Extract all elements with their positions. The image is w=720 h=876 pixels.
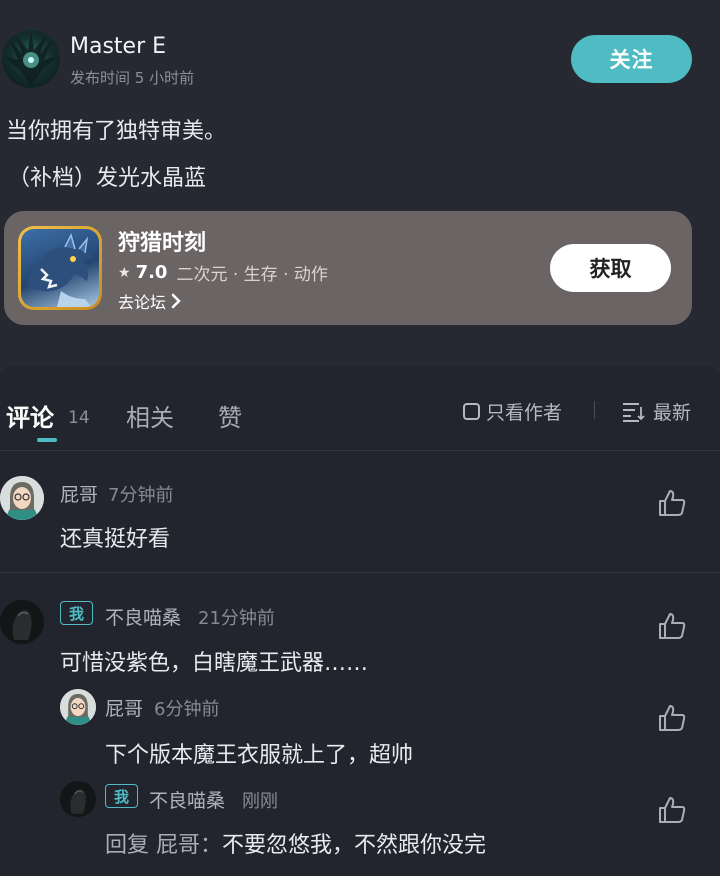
reply-text: 回复 屁哥：不要忽悠我，不然跟你没完: [105, 827, 486, 859]
reply-text: 下个版本魔王衣服就上了，超帅: [105, 743, 414, 768]
author-avatar[interactable]: [2, 30, 60, 88]
game-icon[interactable]: [18, 226, 102, 310]
active-tab-indicator: [37, 438, 57, 442]
reply-to-label[interactable]: 回复 屁哥：: [105, 833, 222, 858]
comment-time: 21分钟前: [198, 608, 275, 629]
comment-text: 可惜没紫色，白瞎魔王武器……: [60, 651, 369, 676]
thumbs-up-icon[interactable]: [657, 488, 687, 518]
comment-author[interactable]: 不良喵桑: [105, 603, 181, 630]
comments-count: 14: [68, 408, 90, 428]
author-name[interactable]: Master E: [70, 34, 166, 59]
reply-author[interactable]: 不良喵桑: [149, 786, 225, 813]
game-card[interactable]: 狩猎时刻 ★ 7.0 二次元 · 生存 · 动作 去论坛 获取: [4, 211, 692, 325]
game-icon-art: [21, 229, 99, 307]
avatar[interactable]: [60, 689, 96, 725]
divider: [0, 572, 720, 573]
publish-time: 发布时间 5 小时前: [70, 69, 195, 87]
reply-time: 6分钟前: [154, 699, 220, 720]
post-content-line: （补档）发光水晶蓝: [8, 166, 207, 191]
reply-body: 不要忽悠我，不然跟你没完: [222, 833, 487, 858]
divider: [0, 450, 720, 451]
sort-label: 最新: [653, 402, 692, 424]
comment-author[interactable]: 屁哥: [60, 480, 98, 507]
forum-link[interactable]: 去论坛: [118, 289, 182, 313]
divider: [594, 401, 595, 419]
sort-button[interactable]: 最新: [621, 398, 691, 425]
avatar[interactable]: [0, 600, 44, 644]
comment-time: 7分钟前: [108, 485, 174, 506]
reply-author[interactable]: 屁哥: [105, 694, 143, 721]
follow-button[interactable]: 关注: [571, 35, 692, 83]
forum-link-label: 去论坛: [118, 293, 167, 312]
comment-text: 还真挺好看: [60, 527, 171, 552]
chevron-right-icon: [171, 293, 181, 309]
thumbs-up-icon[interactable]: [657, 611, 687, 641]
me-badge: 我: [60, 601, 94, 625]
star-icon: ★: [118, 264, 131, 281]
game-tags: 二次元 · 生存 · 动作: [176, 265, 328, 285]
post-content-line: 当你拥有了独特审美。: [6, 119, 227, 144]
sort-icon: [623, 402, 645, 422]
get-game-button[interactable]: 获取: [550, 244, 671, 292]
reply-time: 刚刚: [242, 791, 278, 812]
tab-related[interactable]: 相关: [126, 398, 174, 433]
thumbs-up-icon[interactable]: [657, 703, 687, 733]
game-rating: 7.0: [135, 262, 168, 283]
avatar[interactable]: [60, 781, 96, 817]
tab-comments[interactable]: 评论: [6, 398, 54, 433]
thumbs-up-icon[interactable]: [657, 795, 687, 825]
tabs-bar: [0, 366, 720, 450]
tab-likes[interactable]: 赞: [218, 398, 242, 433]
me-badge: 我: [105, 784, 139, 808]
game-title[interactable]: 狩猎时刻: [118, 225, 206, 257]
game-meta: ★ 7.0 二次元 · 生存 · 动作: [118, 260, 328, 285]
checkbox-icon: [463, 403, 480, 420]
avatar[interactable]: [0, 476, 44, 520]
author-only-toggle[interactable]: 只看作者: [463, 398, 562, 425]
author-only-label: 只看作者: [486, 402, 563, 424]
